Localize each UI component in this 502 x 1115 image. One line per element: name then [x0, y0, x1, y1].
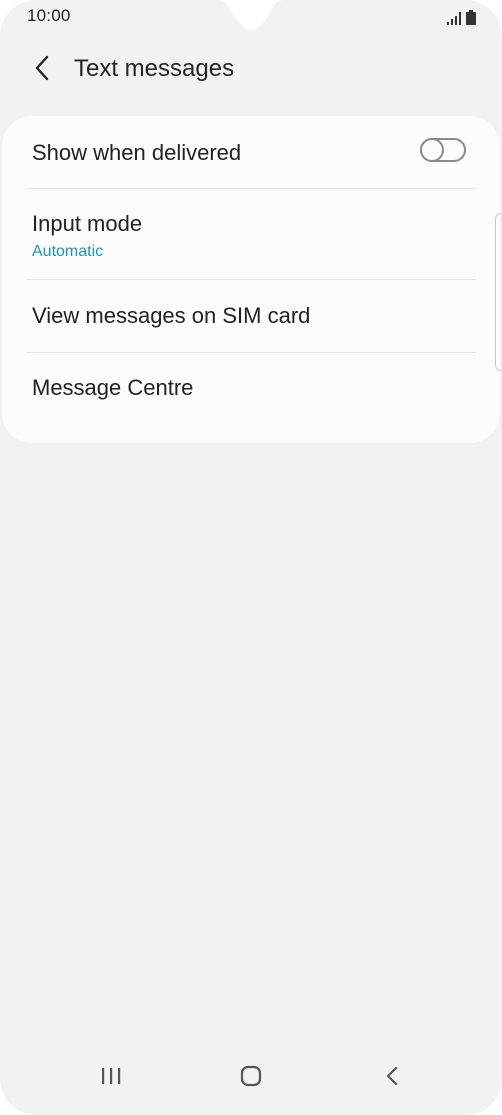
- home-icon: [240, 1065, 262, 1087]
- input-mode-row[interactable]: Input mode Automatic: [2, 189, 500, 279]
- signal-icon: [447, 12, 461, 25]
- status-time: 10:00: [27, 6, 71, 25]
- phone-screen: 10:00 Text messages Show when delivered …: [0, 0, 502, 1115]
- page-title: Text messages: [74, 55, 235, 82]
- chevron-left-icon: [35, 55, 49, 81]
- toggle-knob: [420, 138, 444, 162]
- home-button[interactable]: [231, 1060, 271, 1092]
- navigation-bar: [0, 1052, 502, 1100]
- input-mode-value: Automatic: [32, 243, 104, 260]
- scrollbar[interactable]: [495, 213, 501, 371]
- input-mode-label: Input mode: [32, 211, 143, 236]
- view-sim-messages-row[interactable]: View messages on SIM card: [2, 280, 500, 352]
- app-header: Text messages: [0, 40, 502, 100]
- show-when-delivered-label: Show when delivered: [32, 140, 242, 165]
- back-icon: [386, 1066, 398, 1086]
- settings-card: Show when delivered Input mode Automatic…: [2, 116, 500, 443]
- battery-icon: [466, 10, 476, 25]
- status-icons: [447, 9, 476, 25]
- recent-apps-icon: [102, 1068, 121, 1084]
- back-button[interactable]: [26, 52, 58, 84]
- view-sim-messages-label: View messages on SIM card: [32, 303, 311, 328]
- nav-back-button[interactable]: [372, 1060, 412, 1092]
- show-when-delivered-row[interactable]: Show when delivered: [2, 116, 500, 188]
- message-centre-label: Message Centre: [32, 375, 194, 400]
- recent-apps-button[interactable]: [91, 1060, 131, 1092]
- show-when-delivered-toggle[interactable]: [420, 138, 466, 162]
- message-centre-row[interactable]: Message Centre: [2, 353, 500, 425]
- status-bar: 10:00: [0, 0, 502, 34]
